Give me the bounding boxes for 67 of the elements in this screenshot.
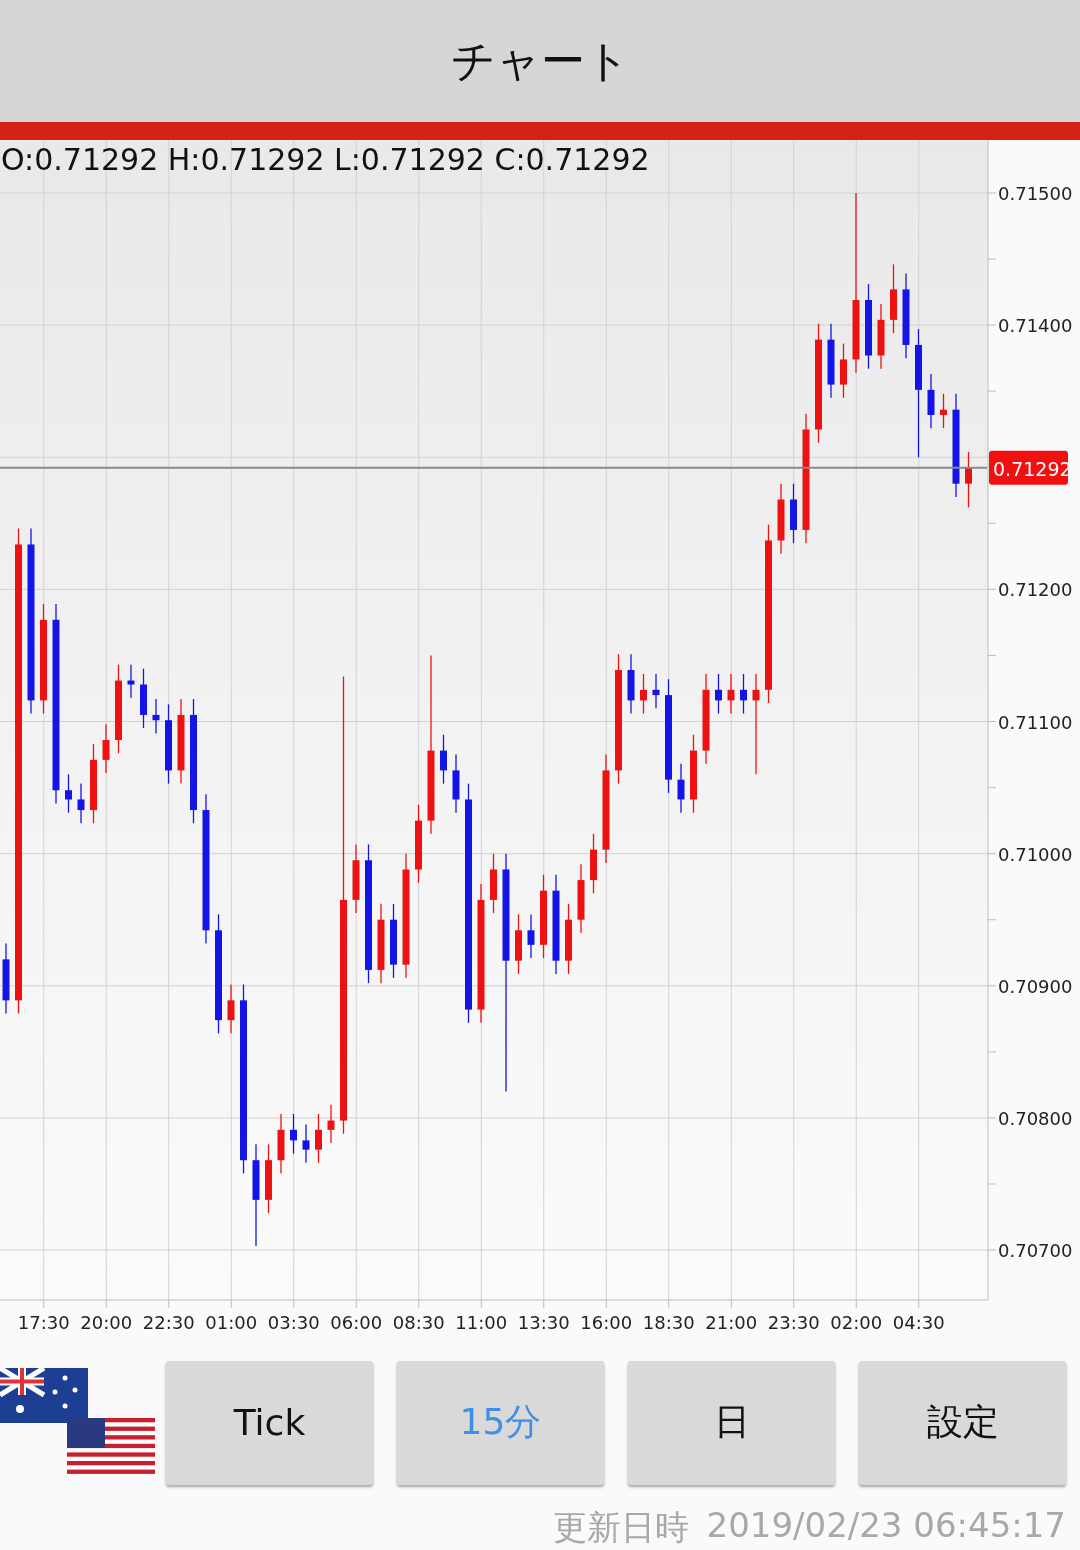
candlestick bbox=[565, 903, 572, 975]
candlestick bbox=[265, 1143, 272, 1214]
candlestick bbox=[577, 863, 585, 934]
axis-label: 08:30 bbox=[392, 1312, 445, 1333]
axis-label: 0.70800 bbox=[998, 1107, 1073, 1129]
candlestick bbox=[77, 782, 85, 824]
axis-label: 02:00 bbox=[830, 1312, 883, 1333]
candlestick bbox=[352, 843, 360, 914]
timeframe-button[interactable]: 日 bbox=[628, 1360, 835, 1485]
candlestick bbox=[740, 673, 747, 715]
candlestick bbox=[590, 833, 597, 894]
screen-title: チャート bbox=[450, 33, 630, 88]
axis-label: 17:30 bbox=[17, 1312, 70, 1333]
candlestick bbox=[677, 763, 685, 814]
candlestick bbox=[715, 673, 722, 715]
candlestick bbox=[515, 913, 522, 975]
axis-label: 20:00 bbox=[80, 1312, 133, 1333]
candlestick bbox=[277, 1113, 285, 1175]
axis-label: 03:30 bbox=[267, 1312, 320, 1333]
candlestick bbox=[627, 653, 635, 715]
axis-label: 0.71400 bbox=[998, 315, 1073, 337]
axis-label: 18:30 bbox=[642, 1312, 695, 1333]
axis-label: 04:30 bbox=[892, 1312, 945, 1333]
timeframe-button[interactable]: 設定 bbox=[859, 1360, 1066, 1485]
candlestick bbox=[452, 753, 460, 814]
candlestick bbox=[890, 263, 897, 334]
axis-label: 0.70900 bbox=[998, 975, 1073, 997]
timeframe-button[interactable]: Tick bbox=[166, 1360, 373, 1485]
candlestick bbox=[877, 303, 885, 370]
axis-label: 06:00 bbox=[330, 1312, 383, 1333]
candlestick bbox=[152, 698, 160, 735]
axis-label: 0.71200 bbox=[998, 579, 1073, 601]
axis-label: 0.71000 bbox=[998, 843, 1073, 865]
axis-label: 22:30 bbox=[142, 1312, 195, 1333]
candlestick bbox=[127, 664, 135, 699]
axis-label: 23:30 bbox=[767, 1312, 820, 1333]
axis-label: 0.71500 bbox=[998, 183, 1073, 204]
candlestick bbox=[302, 1123, 310, 1164]
candlestick bbox=[777, 483, 785, 555]
candlestick bbox=[940, 393, 947, 429]
candlestick bbox=[527, 913, 535, 959]
axis-label: 21:00 bbox=[705, 1312, 758, 1333]
candlestick bbox=[227, 983, 235, 1034]
candlestick bbox=[327, 1104, 335, 1144]
candlestick bbox=[790, 483, 797, 544]
candlestick bbox=[65, 773, 72, 814]
candlestick bbox=[965, 451, 972, 509]
axis-label: 0.70700 bbox=[998, 1240, 1073, 1262]
candlestick bbox=[440, 734, 447, 785]
axis-label: 13:30 bbox=[517, 1312, 570, 1333]
axis-label: 01:00 bbox=[205, 1312, 258, 1333]
candlestick bbox=[290, 1113, 297, 1155]
candlestick bbox=[840, 342, 847, 399]
updated-label: 更新日時 bbox=[552, 1506, 689, 1549]
candlestick bbox=[102, 723, 110, 774]
updated-timestamp: 2019/02/23 06:45:17 bbox=[706, 1505, 1066, 1547]
candlestick bbox=[927, 373, 935, 429]
candlestick bbox=[490, 853, 497, 914]
candlestick bbox=[727, 673, 735, 715]
candlestick bbox=[140, 668, 147, 729]
axis-label: 0.71100 bbox=[998, 711, 1073, 733]
candlestick bbox=[315, 1113, 322, 1164]
candlestick bbox=[640, 673, 647, 715]
axis-label: 16:00 bbox=[580, 1312, 633, 1333]
ohlc-readout: O:0.71292 H:0.71292 L:0.71292 C:0.71292 bbox=[1, 142, 650, 177]
axis-label: 11:00 bbox=[455, 1312, 508, 1333]
candlestick bbox=[652, 673, 660, 709]
